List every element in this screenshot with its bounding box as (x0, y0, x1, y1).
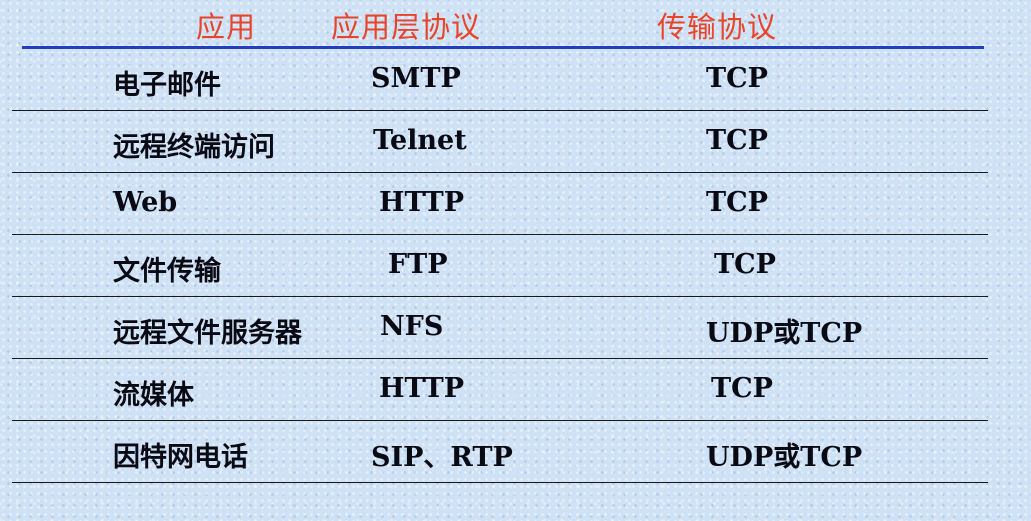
table-row: 流媒体 HTTP TCP (0, 359, 1031, 421)
cell-transport: TCP (706, 63, 768, 94)
table-row: 文件传输 FTP TCP (0, 235, 1031, 297)
header-app-layer-protocol: 应用层协议 (331, 10, 482, 44)
cell-application: 文件传输 (113, 256, 221, 287)
cell-application: Web (113, 187, 178, 218)
cell-app-protocol: FTP (388, 249, 448, 280)
cell-app-protocol: Telnet (373, 125, 467, 156)
table-row: 远程终端访问 Telnet TCP (0, 111, 1031, 173)
cell-app-protocol: HTTP (379, 187, 465, 218)
table-row: 电子邮件 SMTP TCP (0, 49, 1031, 111)
row-divider (12, 482, 988, 483)
cell-transport: TCP (714, 249, 776, 280)
cell-application: 远程终端访问 (113, 132, 275, 163)
cell-application: 电子邮件 (113, 70, 221, 101)
table-body: 电子邮件 SMTP TCP 远程终端访问 Telnet TCP Web HTTP… (0, 49, 1031, 483)
cell-transport: UDP或TCP (706, 442, 863, 473)
cell-transport: TCP (711, 373, 773, 404)
cell-application: 远程文件服务器 (113, 318, 302, 349)
cell-app-protocol: NFS (380, 311, 444, 342)
cell-transport: TCP (706, 187, 768, 218)
table-row: 远程文件服务器 NFS UDP或TCP (0, 297, 1031, 359)
table-row: 因特网电话 SIP、RTP UDP或TCP (0, 421, 1031, 483)
cell-app-protocol: HTTP (379, 373, 465, 404)
cell-transport: TCP (706, 125, 768, 156)
cell-app-protocol: SMTP (371, 63, 461, 94)
protocol-table-slide: 应用 应用层协议 传输协议 电子邮件 SMTP TCP 远程终端访问 Telne… (0, 0, 1031, 521)
header-application: 应用 (196, 10, 257, 44)
table-row: Web HTTP TCP (0, 173, 1031, 235)
cell-application: 因特网电话 (113, 442, 248, 473)
header-transport-protocol: 传输协议 (657, 10, 778, 44)
cell-application: 流媒体 (113, 380, 194, 411)
cell-transport: UDP或TCP (706, 318, 863, 349)
cell-app-protocol: SIP、RTP (371, 442, 513, 473)
table-header: 应用 应用层协议 传输协议 (0, 0, 1031, 46)
